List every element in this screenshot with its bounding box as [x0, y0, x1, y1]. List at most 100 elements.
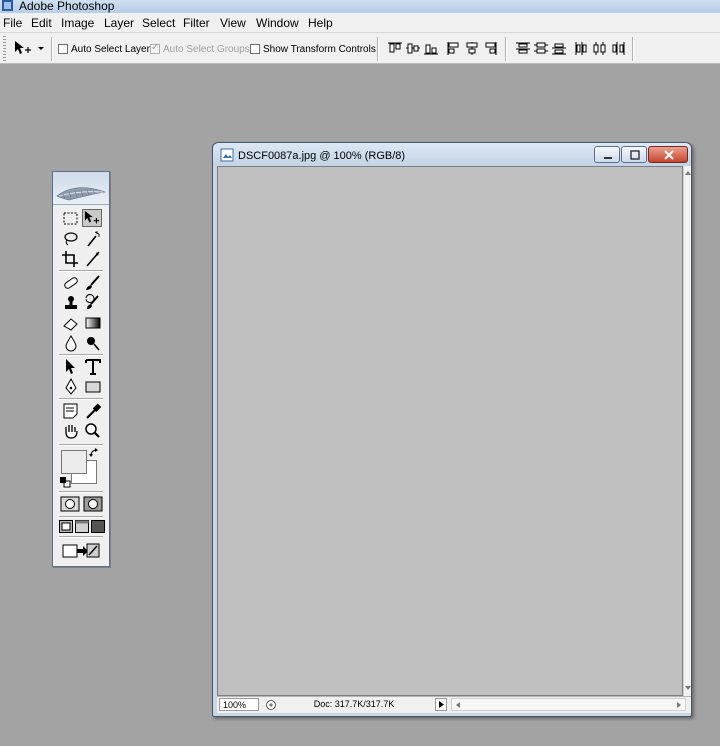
- scroll-up-icon[interactable]: [684, 169, 692, 177]
- app-title-bar: Adobe Photoshop: [0, 0, 720, 13]
- feather-logo-icon: [56, 187, 107, 201]
- document-window[interactable]: DSCF0087a.jpg @ 100% (RGB/8) 100% Doc: 3…: [212, 142, 692, 717]
- scroll-left-icon[interactable]: [454, 701, 462, 709]
- gradient-tool-icon[interactable]: [83, 314, 103, 332]
- triangle-right-icon: [439, 701, 444, 708]
- canvas-area[interactable]: [217, 166, 683, 696]
- auto-select-groups-label: Auto Select Groups: [163, 43, 250, 55]
- menu-image[interactable]: Image: [61, 16, 94, 30]
- shape-tool-icon[interactable]: [83, 378, 103, 396]
- show-transform-controls-label: Show Transform Controls: [263, 43, 376, 55]
- eraser-tool-icon[interactable]: [61, 314, 81, 332]
- jump-to-imageready-icon[interactable]: [61, 541, 101, 559]
- document-title-bar[interactable]: DSCF0087a.jpg @ 100% (RGB/8): [213, 143, 691, 166]
- type-tool-icon[interactable]: [83, 358, 103, 376]
- notes-tool-icon[interactable]: [61, 402, 81, 420]
- foreground-color-swatch[interactable]: [61, 450, 87, 474]
- distribute-left-icon[interactable]: [573, 40, 591, 57]
- zoom-tool-icon[interactable]: [83, 422, 103, 440]
- distribute-top-icon[interactable]: [514, 40, 532, 57]
- menu-select[interactable]: Select: [142, 16, 175, 30]
- options-separator: [505, 37, 507, 61]
- menu-bar: File Edit Image Layer Select Filter View…: [0, 13, 720, 33]
- menu-edit[interactable]: Edit: [31, 16, 52, 30]
- dodge-tool-icon[interactable]: [83, 334, 103, 352]
- full-screen-mode-icon[interactable]: [91, 520, 105, 533]
- toolbox-separator: [59, 516, 103, 518]
- options-bar: Auto Select Layer ✓ Auto Select Groups S…: [0, 33, 720, 64]
- slice-tool-icon[interactable]: [83, 250, 103, 268]
- rectangular-marquee-tool-icon[interactable]: [61, 210, 81, 228]
- zoom-level-field[interactable]: 100%: [219, 698, 259, 711]
- standard-mode-icon[interactable]: [60, 496, 80, 512]
- close-button[interactable]: [648, 146, 688, 163]
- menu-window[interactable]: Window: [256, 16, 299, 30]
- options-bar-grip[interactable]: [3, 36, 6, 61]
- toolbox-separator: [59, 536, 103, 538]
- toolbox-separator: [59, 444, 103, 446]
- checkbox-box[interactable]: [250, 44, 260, 54]
- quick-mask-mode-icon[interactable]: [83, 496, 103, 512]
- align-top-edges-icon[interactable]: [386, 40, 404, 57]
- menu-help[interactable]: Help: [308, 16, 333, 30]
- distribute-horizontal-centers-icon[interactable]: [591, 40, 609, 57]
- distribute-vertical-centers-icon[interactable]: [532, 40, 550, 57]
- standard-screen-mode-icon[interactable]: [59, 520, 73, 533]
- menu-view[interactable]: View: [220, 16, 246, 30]
- toolbox-separator: [59, 491, 103, 493]
- maximize-button[interactable]: [621, 146, 647, 163]
- pen-tool-icon[interactable]: [61, 378, 81, 396]
- swap-colors-icon[interactable]: [89, 448, 99, 458]
- scroll-down-icon[interactable]: [684, 684, 692, 692]
- close-icon: [664, 150, 674, 160]
- show-transform-controls-checkbox[interactable]: Show Transform Controls: [250, 43, 376, 55]
- distribute-right-icon[interactable]: [609, 40, 627, 57]
- auto-select-layer-checkbox[interactable]: Auto Select Layer: [58, 43, 150, 55]
- checkbox-box: ✓: [150, 42, 160, 54]
- status-bar: 100% Doc: 317.7K/317.7K: [217, 696, 691, 713]
- default-colors-icon[interactable]: [60, 477, 71, 488]
- minimize-button[interactable]: [594, 146, 620, 163]
- align-vertical-centers-icon[interactable]: [404, 40, 422, 57]
- options-separator: [377, 37, 379, 61]
- full-screen-with-menu-icon[interactable]: [75, 520, 89, 533]
- align-right-edges-icon[interactable]: [481, 40, 499, 57]
- crop-tool-icon[interactable]: [61, 250, 81, 268]
- document-size-info: Doc: 317.7K/317.7K: [313, 699, 395, 709]
- tools-palette: [52, 171, 110, 567]
- checkbox-box[interactable]: [58, 44, 68, 54]
- tool-preset-picker[interactable]: [11, 38, 47, 58]
- eyedropper-tool-icon[interactable]: [83, 402, 103, 420]
- menu-filter[interactable]: Filter: [183, 16, 210, 30]
- horizontal-scrollbar[interactable]: [451, 698, 686, 711]
- toolbox-separator: [59, 270, 103, 272]
- menu-layer[interactable]: Layer: [104, 16, 134, 30]
- align-horizontal-centers-icon[interactable]: [463, 40, 481, 57]
- options-separator: [51, 37, 53, 61]
- options-separator: [632, 37, 634, 61]
- clone-stamp-tool-icon[interactable]: [61, 294, 81, 312]
- scroll-right-icon[interactable]: [675, 701, 683, 709]
- document-icon: [220, 148, 234, 162]
- hand-tool-icon[interactable]: [61, 422, 81, 440]
- maximize-icon: [630, 150, 640, 160]
- align-left-edges-icon[interactable]: [445, 40, 463, 57]
- move-tool-icon[interactable]: [82, 209, 102, 227]
- tools-palette-header[interactable]: [53, 172, 109, 205]
- lasso-tool-icon[interactable]: [61, 230, 81, 248]
- path-selection-tool-icon[interactable]: [61, 358, 81, 376]
- toolbox-separator: [59, 398, 103, 400]
- brush-tool-icon[interactable]: [83, 274, 103, 292]
- auto-select-groups-checkbox: ✓ Auto Select Groups: [150, 42, 250, 55]
- photoshop-app-icon: [2, 0, 13, 11]
- magic-wand-tool-icon[interactable]: [83, 230, 103, 248]
- align-bottom-edges-icon[interactable]: [422, 40, 440, 57]
- app-title: Adobe Photoshop: [19, 0, 115, 13]
- blur-tool-icon[interactable]: [61, 334, 81, 352]
- vertical-scrollbar[interactable]: [683, 166, 691, 696]
- healing-brush-tool-icon[interactable]: [61, 274, 81, 292]
- history-brush-tool-icon[interactable]: [83, 294, 103, 312]
- distribute-bottom-icon[interactable]: [550, 40, 568, 57]
- menu-file[interactable]: File: [3, 16, 22, 30]
- status-info-menu-button[interactable]: [435, 698, 447, 711]
